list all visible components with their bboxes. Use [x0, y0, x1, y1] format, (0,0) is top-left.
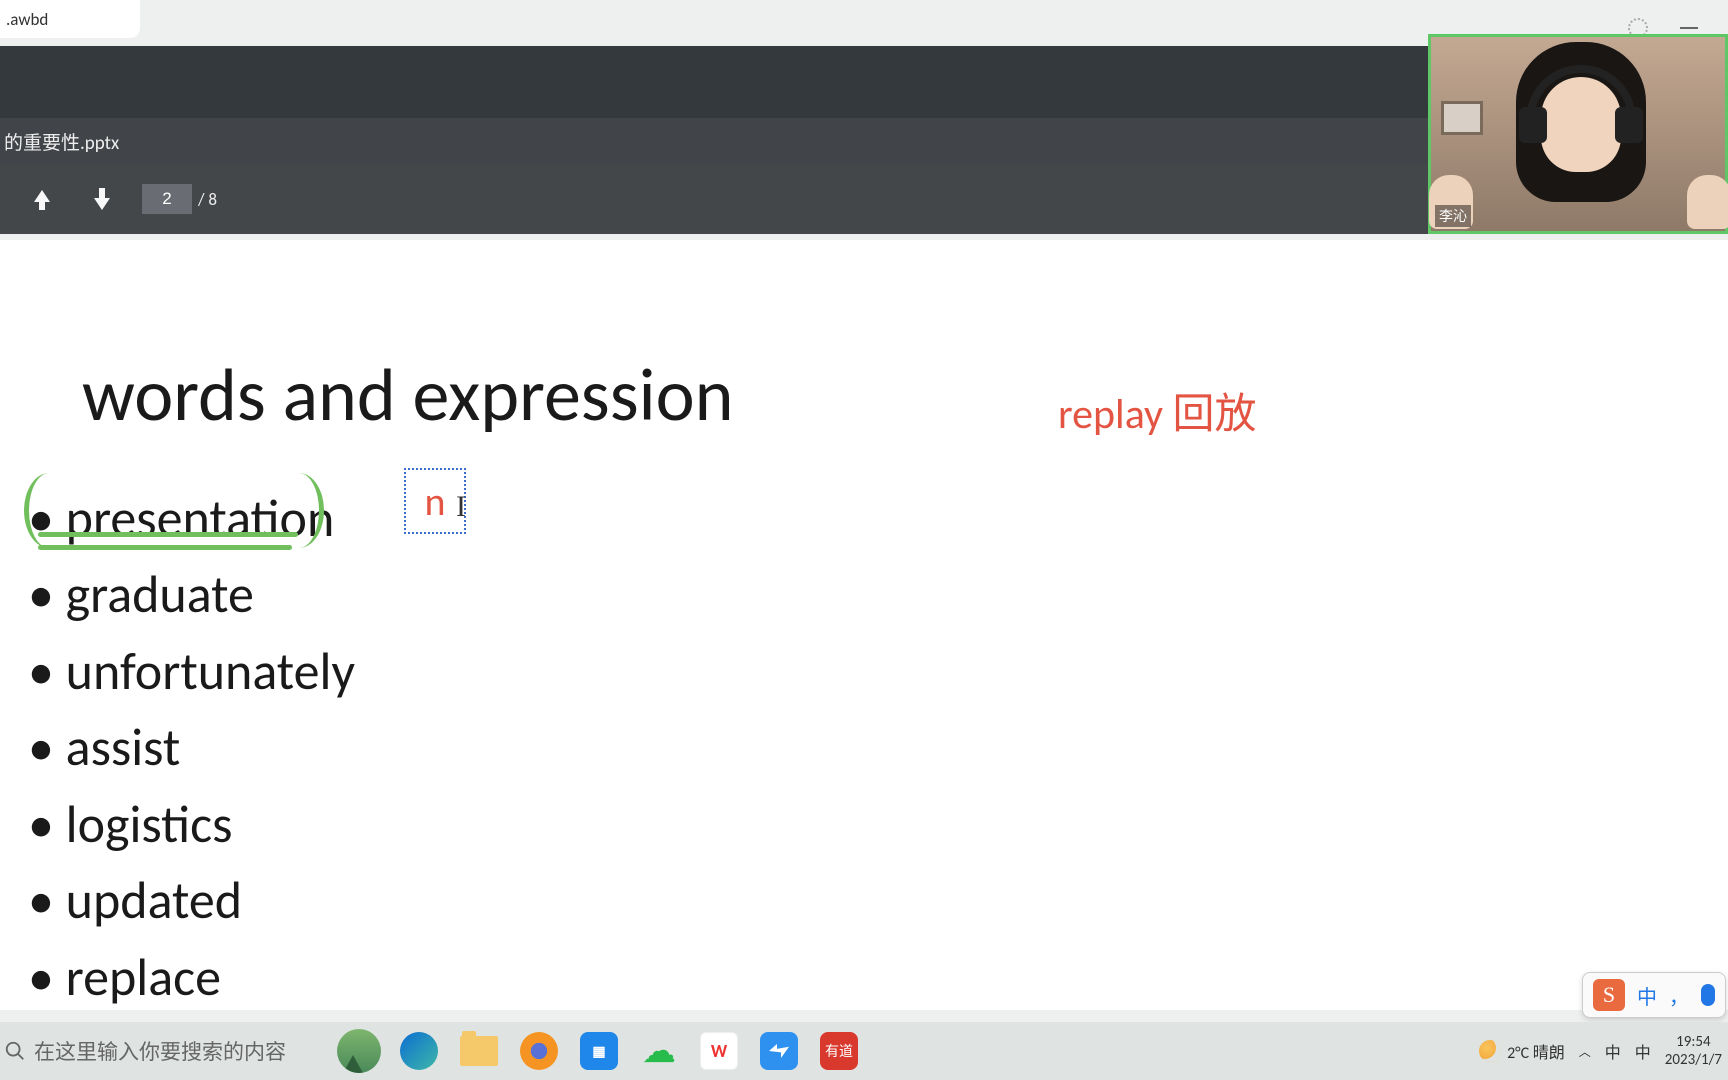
webcam-overlay: 李沁: [1428, 34, 1728, 234]
list-item: logistics: [0, 786, 355, 862]
tray-expand-icon[interactable]: ︿: [1579, 1043, 1591, 1060]
app-toolbar: [0, 46, 1430, 118]
pager-bar: / 8: [0, 164, 1430, 234]
weather-widget[interactable]: 2°C 晴朗: [1479, 1039, 1565, 1063]
wps-icon[interactable]: W: [696, 1028, 742, 1074]
tray-ime-1[interactable]: 中: [1605, 1039, 1621, 1063]
moon-icon: [1479, 1040, 1501, 1062]
search-placeholder: 在这里输入你要搜索的内容: [34, 1036, 286, 1066]
replay-annotation: replay 回放: [1058, 380, 1257, 441]
list-item: graduate: [0, 556, 355, 632]
firefox-icon[interactable]: [516, 1028, 562, 1074]
clock-date: 2023/1/7: [1665, 1051, 1722, 1069]
earcup-right-icon: [1615, 107, 1643, 143]
webcam-name-tag: 李沁: [1435, 205, 1471, 227]
ime-lang[interactable]: 中: [1637, 981, 1657, 1010]
page-total: / 8: [198, 189, 217, 210]
hand-right: [1687, 175, 1728, 229]
annotation-letter: n: [424, 477, 445, 526]
next-page-button[interactable]: [84, 181, 120, 217]
arrow-down-icon: [92, 188, 112, 210]
list-item: updated: [0, 862, 355, 938]
ime-punct[interactable]: ，: [1669, 981, 1689, 1010]
list-item: unfortunately: [0, 633, 355, 709]
taskbar-search[interactable]: 在这里输入你要搜索的内容: [4, 1036, 286, 1066]
taskbar-clock[interactable]: 19:54 2023/1/7: [1665, 1033, 1722, 1069]
slide-title: words and expression: [82, 350, 734, 440]
prev-page-button[interactable]: [24, 181, 60, 217]
list-item: assist: [0, 709, 355, 785]
desktop-icon[interactable]: [336, 1028, 382, 1074]
document-tab[interactable]: .awbd: [0, 0, 140, 38]
bullet-list: presentation graduate unfortunately assi…: [0, 480, 355, 1015]
dingtalk-icon[interactable]: [756, 1028, 802, 1074]
microphone-icon[interactable]: [1701, 984, 1715, 1006]
tray-ime-2[interactable]: 中: [1635, 1039, 1651, 1063]
file-explorer-icon[interactable]: [456, 1028, 502, 1074]
slide-canvas: words and expression replay 回放 presentat…: [0, 240, 1728, 1010]
document-tab-label: .awbd: [6, 9, 48, 30]
minimize-button[interactable]: [1680, 27, 1698, 29]
file-name: 的重要性.pptx: [4, 128, 119, 155]
page-number-input[interactable]: [142, 184, 192, 214]
tencent-meeting-icon[interactable]: ▦: [576, 1028, 622, 1074]
weather-text: 2°C 晴朗: [1507, 1039, 1565, 1063]
list-item: replace: [0, 939, 355, 1015]
earcup-left-icon: [1519, 107, 1547, 143]
green-underline-annotation: [38, 545, 292, 550]
taskbar-apps: ▦ ☁ W 有道: [336, 1028, 862, 1074]
taskbar: 在这里输入你要搜索的内容 ▦ ☁ W 有道 2°C 晴朗 ︿ 中 中 19:54…: [0, 1022, 1728, 1080]
ime-toolbar[interactable]: S 中 ，: [1582, 972, 1726, 1018]
file-title-bar: 的重要性.pptx: [0, 118, 1430, 164]
taskbar-tray: 2°C 晴朗 ︿ 中 中 19:54 2023/1/7: [1479, 1033, 1722, 1069]
youdao-icon[interactable]: 有道: [816, 1028, 862, 1074]
picture-frame-icon: [1441, 101, 1483, 135]
clock-time: 19:54: [1665, 1033, 1722, 1051]
text-cursor-icon: I: [456, 490, 466, 524]
green-underline-annotation: [38, 532, 298, 537]
arrow-up-icon: [32, 188, 52, 210]
wechat-icon[interactable]: ☁: [636, 1028, 682, 1074]
edge-browser-icon[interactable]: [396, 1028, 442, 1074]
sogou-logo-icon: S: [1593, 979, 1625, 1011]
search-icon: [4, 1040, 26, 1062]
